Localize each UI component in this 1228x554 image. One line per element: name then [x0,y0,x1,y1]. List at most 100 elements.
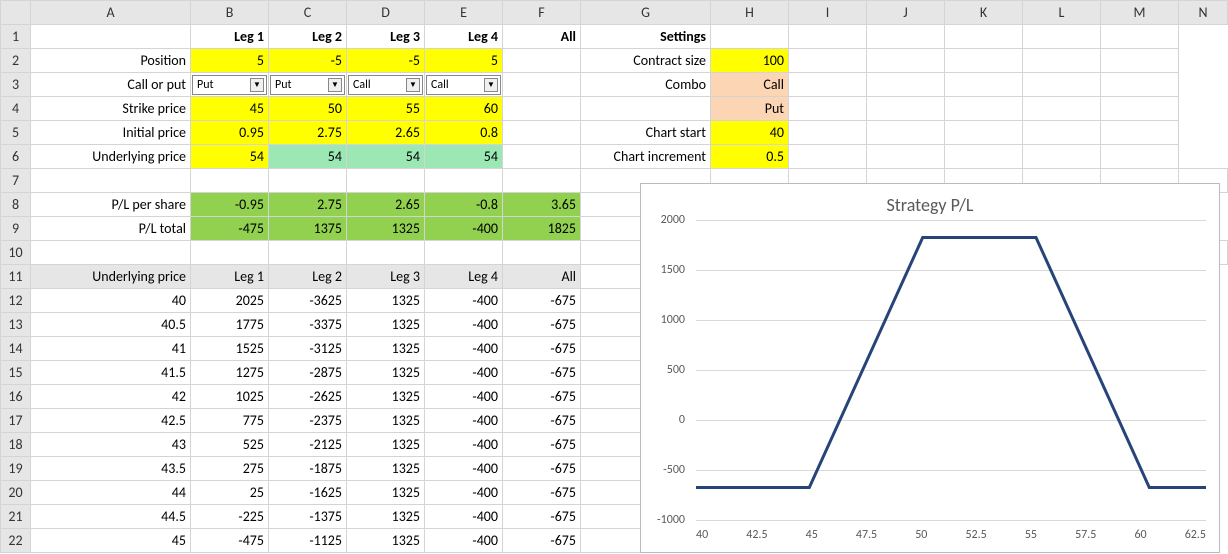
cell-pl-share[interactable]: 3.65 [503,193,581,217]
table-header-leg[interactable]: Leg 1 [191,265,269,289]
cell[interactable] [1023,97,1101,121]
select-all-corner[interactable] [1,1,31,25]
cell[interactable] [1023,73,1101,97]
cell-pl-total[interactable]: 1325 [347,217,425,241]
table-header-leg[interactable]: Leg 2 [269,265,347,289]
cell-initial-price[interactable]: 0.8 [425,121,503,145]
cell-pl-value[interactable]: 25 [191,481,269,505]
cell-pl-total[interactable]: -400 [425,217,503,241]
cell-underlying-price[interactable]: 41 [31,337,191,361]
cell[interactable] [789,25,867,49]
settings-header[interactable]: Settings [581,25,711,49]
row-header[interactable]: 12 [1,289,31,313]
col-header[interactable]: M [1101,1,1179,25]
label-chart-start[interactable]: Chart start [581,121,711,145]
cell-combo-put[interactable]: Put [711,97,789,121]
cell-pl-value[interactable]: -2375 [269,409,347,433]
leg-header[interactable]: Leg 4 [425,25,503,49]
cell-pl-value[interactable]: -225 [191,505,269,529]
col-header[interactable]: F [503,1,581,25]
cell-position[interactable]: -5 [269,49,347,73]
cell-pl-share[interactable]: 2.65 [347,193,425,217]
dropdown-cell[interactable]: Put▼ [269,73,347,97]
table-header-underlying[interactable]: Underlying price [31,265,191,289]
cell[interactable] [867,49,945,73]
cell[interactable] [711,25,789,49]
row-header[interactable]: 10 [1,241,31,265]
cell-pl-value[interactable]: 525 [191,433,269,457]
cell-underlying-price[interactable]: 43.5 [31,457,191,481]
cell-pl-value[interactable]: 1325 [347,313,425,337]
cell[interactable] [1023,145,1101,169]
cell-combo-call[interactable]: Call [711,73,789,97]
cell-pl-value[interactable]: -400 [425,505,503,529]
cell[interactable] [1023,25,1101,49]
cell[interactable] [425,169,503,193]
cell-pl-value[interactable]: -675 [503,529,581,553]
row-header[interactable]: 13 [1,313,31,337]
dropdown[interactable]: Call▼ [426,75,501,95]
cell-pl-value[interactable]: -3625 [269,289,347,313]
cell[interactable] [945,73,1023,97]
cell[interactable] [269,241,347,265]
cell-pl-value[interactable]: -400 [425,289,503,313]
cell-underlying[interactable]: 54 [425,145,503,169]
row-header[interactable]: 8 [1,193,31,217]
chevron-down-icon[interactable]: ▼ [484,78,498,92]
cell[interactable] [945,49,1023,73]
cell[interactable] [347,169,425,193]
col-header[interactable]: E [425,1,503,25]
row-header[interactable]: 3 [1,73,31,97]
col-header[interactable]: H [711,1,789,25]
table-header-leg[interactable]: All [503,265,581,289]
cell-pl-value[interactable]: 1325 [347,337,425,361]
cell-pl-value[interactable]: -400 [425,481,503,505]
row-header[interactable]: 11 [1,265,31,289]
cell[interactable] [1101,49,1179,73]
cell-pl-value[interactable]: -2625 [269,385,347,409]
cell-pl-share[interactable]: 2.75 [269,193,347,217]
cell[interactable] [1101,145,1179,169]
cell[interactable] [1101,97,1179,121]
cell-pl-value[interactable]: -1625 [269,481,347,505]
cell-pl-value[interactable]: -675 [503,457,581,481]
cell-initial-price[interactable]: 2.65 [347,121,425,145]
cell-pl-value[interactable]: -675 [503,385,581,409]
cell-pl-value[interactable]: 1525 [191,337,269,361]
cell-pl-value[interactable]: -675 [503,409,581,433]
cell-pl-share[interactable]: -0.8 [425,193,503,217]
row-header[interactable]: 1 [1,25,31,49]
cell-contract-size[interactable]: 100 [711,49,789,73]
dropdown[interactable]: Put▼ [270,75,345,95]
label-underlying[interactable]: Underlying price [31,145,191,169]
cell-underlying-price[interactable]: 45 [31,529,191,553]
cell[interactable] [269,169,347,193]
cell[interactable] [789,49,867,73]
cell[interactable] [789,145,867,169]
cell-underlying-price[interactable]: 44.5 [31,505,191,529]
cell[interactable] [31,169,191,193]
row-header[interactable]: 17 [1,409,31,433]
cell-pl-value[interactable]: -400 [425,409,503,433]
cell-underlying-price[interactable]: 41.5 [31,361,191,385]
cell-pl-value[interactable]: -675 [503,433,581,457]
cell-pl-value[interactable]: -1875 [269,457,347,481]
cell[interactable] [945,97,1023,121]
row-header[interactable]: 14 [1,337,31,361]
cell-underlying[interactable]: 54 [347,145,425,169]
cell-position[interactable]: 5 [191,49,269,73]
dropdown[interactable]: Put▼ [192,75,267,95]
cell-pl-value[interactable]: 1325 [347,289,425,313]
cell-pl-value[interactable]: 1325 [347,409,425,433]
col-header[interactable]: G [581,1,711,25]
cell[interactable] [867,25,945,49]
row-header[interactable]: 2 [1,49,31,73]
cell[interactable] [503,241,581,265]
cell-pl-value[interactable]: 775 [191,409,269,433]
cell[interactable] [503,121,581,145]
cell-position[interactable]: -5 [347,49,425,73]
cell-pl-value[interactable]: 275 [191,457,269,481]
table-header-leg[interactable]: Leg 4 [425,265,503,289]
cell-pl-value[interactable]: -400 [425,457,503,481]
cell[interactable] [503,49,581,73]
